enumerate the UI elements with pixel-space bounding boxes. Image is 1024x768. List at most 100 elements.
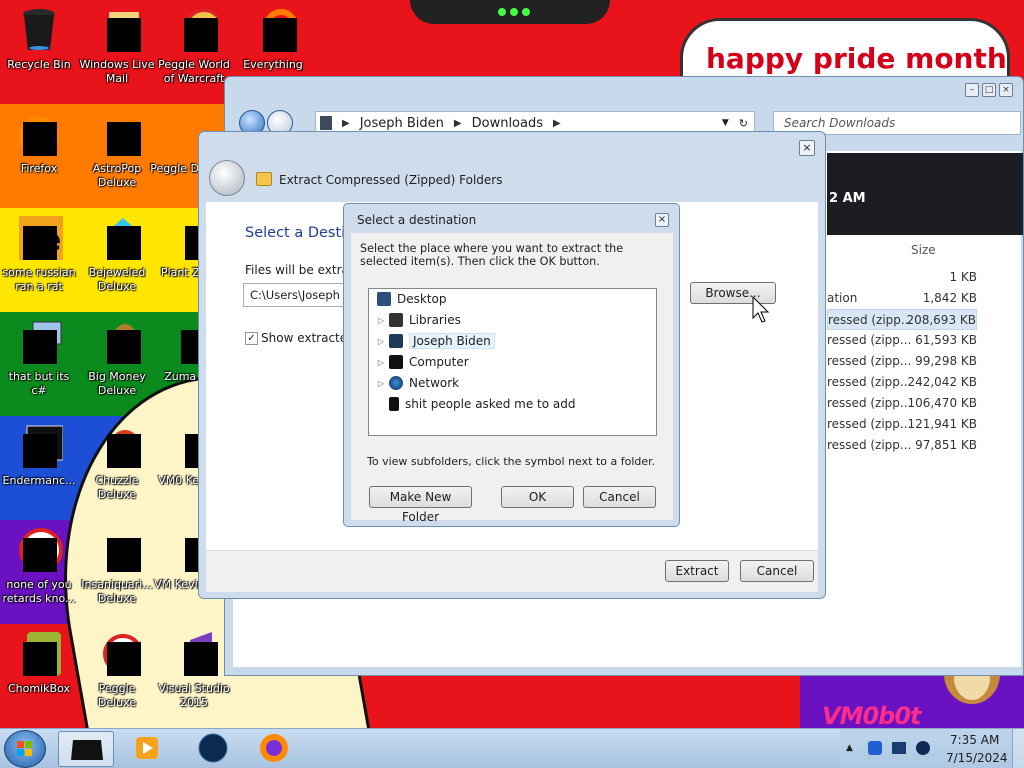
display-tray-icon[interactable] bbox=[892, 742, 906, 754]
breadcrumb-separator: ▶ bbox=[453, 117, 462, 129]
mail-icon bbox=[93, 6, 141, 54]
desktop-icon-big-money[interactable]: Big Money Deluxe bbox=[78, 318, 156, 398]
network-tray-icon[interactable] bbox=[868, 741, 882, 755]
app-icon bbox=[15, 526, 63, 574]
desktop-icon-endermanc[interactable]: Endermanc... bbox=[0, 422, 78, 488]
desktop-icon-visual-studio[interactable]: Visual Studio 2015 bbox=[155, 630, 233, 710]
desktop-icon-firefox[interactable]: Firefox bbox=[0, 110, 78, 176]
breadcrumb-joseph-biden[interactable]: Joseph Biden bbox=[360, 116, 444, 131]
expand-arrow-icon[interactable]: ▷ bbox=[375, 337, 387, 346]
network-icon bbox=[389, 376, 403, 390]
refresh-icon[interactable]: ↻ bbox=[739, 117, 748, 130]
taskbar-app[interactable] bbox=[185, 731, 241, 767]
wallpaper-banner-text: happy pride month bbox=[706, 42, 1007, 75]
tree-item-desktop[interactable]: Desktop bbox=[375, 289, 447, 309]
explorer-icon bbox=[71, 740, 103, 760]
desktop-icon-russian-rat[interactable]: e some russian ran a rat bbox=[0, 214, 78, 294]
desktop-icon-windows-live-mail[interactable]: Windows Live Mail bbox=[78, 6, 156, 86]
desktop-icon-everything[interactable]: Everything bbox=[234, 6, 312, 72]
expand-arrow-icon[interactable]: ▷ bbox=[375, 316, 387, 325]
desktop-icon-insaniquarium[interactable]: Insaniquari... Deluxe bbox=[78, 526, 156, 606]
ok-button[interactable]: OK bbox=[501, 486, 574, 508]
desktop-icon-peggle-deluxe[interactable]: Peggle Deluxe bbox=[78, 630, 156, 710]
app-icon bbox=[198, 733, 228, 763]
tree-item-computer[interactable]: ▷ Computer bbox=[375, 352, 469, 372]
taskbar-firefox[interactable] bbox=[246, 731, 302, 767]
desktop-icon-none-of-you[interactable]: none of you retards kno... bbox=[0, 526, 78, 606]
dialog-title: Extract Compressed (Zipped) Folders bbox=[279, 173, 503, 187]
bigmoney-icon bbox=[93, 318, 141, 366]
expand-arrow-icon[interactable]: ▷ bbox=[375, 358, 387, 367]
tree-item-joseph-biden[interactable]: ▷ Joseph Biden bbox=[375, 331, 495, 351]
volume-tray-icon[interactable] bbox=[916, 741, 930, 755]
close-button[interactable]: × bbox=[799, 140, 815, 156]
minimize-button[interactable]: – bbox=[965, 83, 979, 97]
breadcrumb-separator: ▶ bbox=[342, 117, 350, 129]
show-desktop-button[interactable] bbox=[1012, 729, 1024, 768]
peggle-icon bbox=[93, 630, 143, 678]
close-button[interactable]: × bbox=[999, 83, 1013, 97]
file-row-selected[interactable]: ressed (zipp... 208,693 KB bbox=[827, 309, 977, 330]
select-destination-dialog[interactable]: Select a destination × Select the place … bbox=[343, 203, 680, 527]
desktop-icon-recycle-bin[interactable]: Recycle Bin bbox=[0, 6, 78, 72]
file-row[interactable]: ressed (zipp... 99,298 KB bbox=[827, 351, 977, 372]
cancel-button[interactable]: Cancel bbox=[583, 486, 656, 508]
show-extracted-checkbox[interactable]: ✓ bbox=[245, 332, 258, 345]
close-button[interactable]: × bbox=[655, 213, 669, 227]
windows-logo-icon bbox=[17, 741, 32, 756]
zip-folder-icon bbox=[256, 172, 272, 186]
folder-tree[interactable]: Desktop ▷ Libraries ▷ Joseph Biden ▷ Com… bbox=[368, 288, 657, 436]
app-icon: e bbox=[15, 214, 63, 262]
file-row[interactable]: ation 1,842 KB bbox=[827, 288, 977, 309]
tree-item-custom-folder[interactable]: shit people asked me to add bbox=[387, 394, 575, 414]
desktop-icon-peggle-wow[interactable]: Peggle World of Warcraft bbox=[155, 6, 233, 86]
start-button[interactable] bbox=[4, 730, 46, 768]
recycle-bin-icon bbox=[15, 6, 63, 54]
clock-time[interactable]: 7:35 AM bbox=[950, 733, 999, 747]
files-extracted-label: Files will be extracte bbox=[245, 263, 345, 277]
file-row[interactable]: ressed (zipp... 242,042 KB bbox=[827, 372, 977, 393]
libraries-icon bbox=[389, 313, 403, 327]
tray-expand-icon[interactable]: ▲ bbox=[846, 743, 853, 753]
breadcrumb-separator: ▶ bbox=[553, 117, 561, 129]
taskbar-media-player[interactable] bbox=[118, 731, 174, 767]
app-icon bbox=[15, 422, 64, 470]
expand-arrow-icon[interactable]: ▷ bbox=[375, 379, 387, 388]
app-icon bbox=[15, 318, 63, 366]
desktop-icon-that-but-csharp[interactable]: that but its c# bbox=[0, 318, 78, 398]
tree-item-network[interactable]: ▷ Network bbox=[375, 373, 459, 393]
taskbar-explorer[interactable] bbox=[58, 731, 114, 767]
desktop-icon-bejeweled[interactable]: Bejeweled Deluxe bbox=[78, 214, 156, 294]
destination-path-input[interactable]: C:\Users\Joseph B bbox=[243, 283, 347, 307]
desktop-icon-chomikbox[interactable]: ChomikBox bbox=[0, 630, 78, 696]
make-new-folder-button[interactable]: Make New Folder bbox=[369, 486, 472, 524]
file-row[interactable]: ressed (zipp... 121,941 KB bbox=[827, 414, 977, 435]
instructions-text: Select the place where you want to extra… bbox=[360, 242, 624, 268]
file-row[interactable]: ressed (zipp... 61,593 KB bbox=[827, 330, 977, 351]
extract-button[interactable]: Extract bbox=[665, 560, 729, 582]
desktop-icon-chuzzle[interactable]: Chuzzle Deluxe bbox=[78, 422, 156, 502]
computer-icon bbox=[389, 355, 403, 369]
maximize-button[interactable]: □ bbox=[982, 83, 996, 97]
tree-item-libraries[interactable]: ▷ Libraries bbox=[375, 310, 461, 330]
file-row[interactable]: ressed (zipp... 97,851 KB bbox=[827, 435, 977, 456]
media-player-icon bbox=[136, 737, 158, 759]
column-header-size[interactable]: Size bbox=[911, 243, 936, 257]
preview-time-text: 2 AM bbox=[829, 191, 866, 206]
firefox-icon bbox=[260, 734, 288, 762]
breadcrumb-downloads[interactable]: Downloads bbox=[472, 116, 543, 131]
file-row[interactable]: 1 KB bbox=[827, 267, 977, 288]
desktop-icon bbox=[377, 292, 391, 306]
file-row[interactable]: ressed (zipp... 106,470 KB bbox=[827, 393, 977, 414]
visual-studio-icon bbox=[170, 630, 218, 678]
chevron-down-icon[interactable]: ▼ bbox=[722, 118, 729, 128]
user-folder-icon bbox=[389, 334, 403, 348]
everything-icon bbox=[249, 6, 298, 54]
clock-date[interactable]: 7/15/2024 bbox=[946, 751, 1008, 765]
chomikbox-icon bbox=[15, 630, 63, 678]
astropop-icon bbox=[93, 110, 141, 158]
taskbar: ▲ 7:35 AM 7/15/2024 bbox=[0, 728, 1024, 768]
cancel-button[interactable]: Cancel bbox=[740, 560, 814, 582]
back-button[interactable] bbox=[209, 160, 245, 196]
wallpaper-watermark: VM0b0t bbox=[822, 702, 922, 730]
